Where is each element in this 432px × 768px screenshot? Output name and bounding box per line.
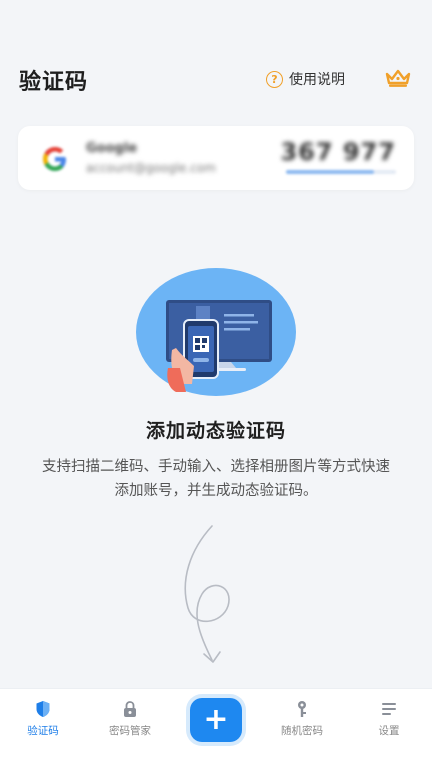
page-title: 验证码	[19, 70, 89, 95]
empty-state-description: 支持扫描二维码、手动输入、选择相册图片等方式快速添加账号，并生成动态验证码。	[42, 459, 390, 499]
shield-icon	[36, 701, 50, 717]
help-label: 使用说明	[289, 72, 345, 88]
scan-illustration	[136, 268, 296, 396]
crown-icon[interactable]	[384, 68, 412, 88]
help-link[interactable]: ? 使用说明	[266, 69, 345, 89]
menu-icon	[382, 703, 396, 715]
account-email: account@google.com	[86, 161, 216, 175]
hint-arrow-icon	[184, 525, 230, 663]
tab-verification-code[interactable]: 验证码	[11, 699, 75, 743]
tab-label: 设置	[378, 725, 400, 737]
question-icon: ?	[266, 70, 283, 88]
header: 验证码 ? 使用说明	[0, 0, 432, 110]
tab-settings[interactable]: 设置	[357, 699, 421, 743]
service-name: Google	[86, 141, 138, 156]
google-logo-icon	[43, 147, 66, 171]
plus-icon: +	[203, 702, 229, 737]
otp-code[interactable]: 367 977	[280, 138, 396, 166]
lock-icon	[124, 701, 136, 717]
tab-password-manager[interactable]: 密码管家	[98, 699, 162, 743]
key-icon	[298, 701, 306, 717]
tab-label: 密码管家	[109, 725, 151, 737]
tab-random-password[interactable]: 随机密码	[270, 699, 334, 743]
tab-label: 验证码	[27, 725, 59, 737]
account-card[interactable]: Google account@google.com 367 977	[18, 126, 414, 190]
code-countdown-fill	[286, 170, 374, 174]
code-countdown-bar	[286, 170, 396, 174]
tab-label: 随机密码	[281, 725, 323, 737]
empty-state-title: 添加动态验证码	[145, 420, 286, 442]
add-account-button[interactable]: +	[190, 698, 242, 742]
